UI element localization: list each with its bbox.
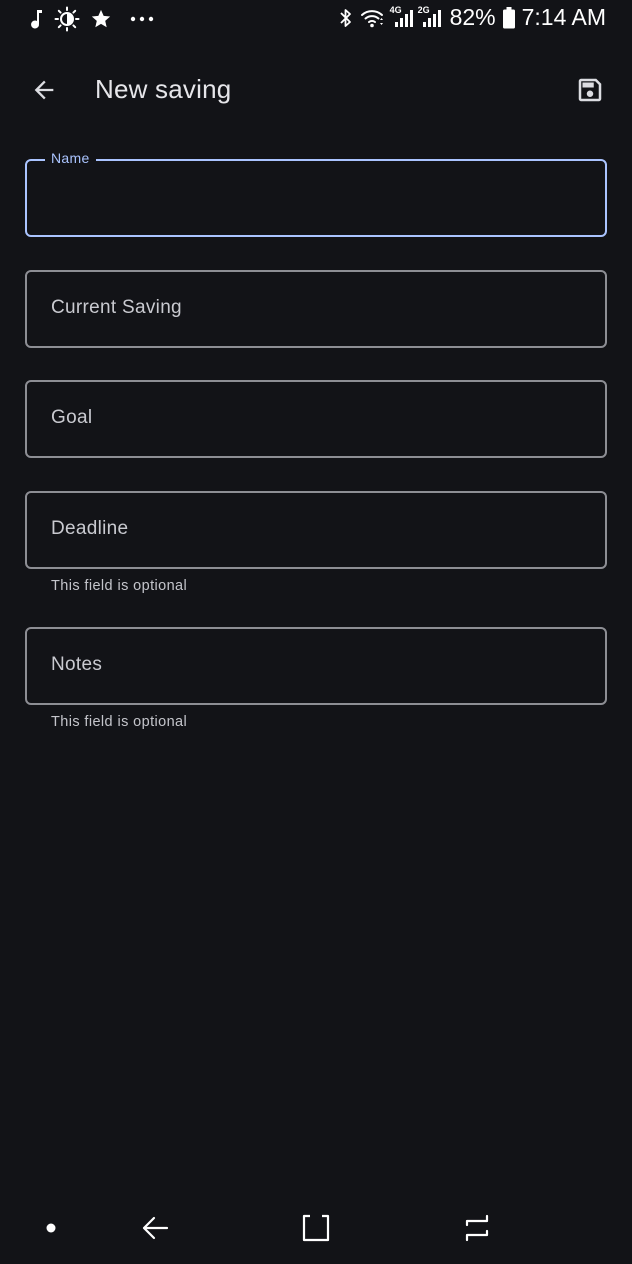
brightness-icon [54,6,80,32]
arrow-back-icon [30,76,58,104]
nav-dot-button[interactable] [29,1208,73,1248]
notes-label: Notes [51,654,103,675]
nav-recents-button[interactable] [294,1208,338,1248]
save-icon [575,75,605,105]
network-4g-label: 4G [389,4,402,15]
network-2g-label: 2G [417,4,430,15]
deadline-helper-text: This field is optional [51,578,188,594]
system-nav-bar [0,1188,632,1264]
notes-helper-text: This field is optional [51,714,188,730]
dot-icon [45,1222,57,1234]
name-field[interactable]: Name [25,150,607,237]
more-dots-icon [130,15,154,23]
screen: 4G 2G 82% 7:14 AM New saving Name Curren… [0,0,632,1264]
notes-field[interactable]: Notes [25,627,607,705]
current-saving-field[interactable]: Current Saving [25,270,607,348]
nav-overview-button[interactable] [455,1208,499,1248]
music-note-icon [28,7,44,31]
signal-4g-icon: 4G [389,4,414,29]
status-time: 7:14 AM [521,4,606,30]
back-button[interactable] [22,68,66,112]
battery-percent: 82% [449,4,496,30]
bluetooth-icon [338,6,354,30]
name-field-label: Name [45,150,96,166]
wifi-icon [360,7,386,29]
status-left-icons [28,6,154,32]
page-title: New saving [95,74,232,104]
star-icon [90,8,112,30]
status-bar: 4G 2G 82% 7:14 AM [0,0,632,38]
status-right-icons: 4G 2G 82% 7:14 AM [338,4,606,31]
current-saving-label: Current Saving [51,297,182,318]
nav-back-button[interactable] [133,1208,177,1248]
name-input[interactable] [51,179,585,219]
recents-icon [301,1213,331,1243]
deadline-field[interactable]: Deadline [25,491,607,569]
goal-label: Goal [51,407,93,428]
overview-icon [462,1213,492,1243]
deadline-label: Deadline [51,518,129,539]
goal-field[interactable]: Goal [25,380,607,458]
app-bar: New saving [0,56,632,122]
battery-icon [502,6,516,30]
save-button[interactable] [568,68,612,112]
nav-back-icon [140,1213,170,1243]
signal-2g-icon: 2G [417,4,442,29]
